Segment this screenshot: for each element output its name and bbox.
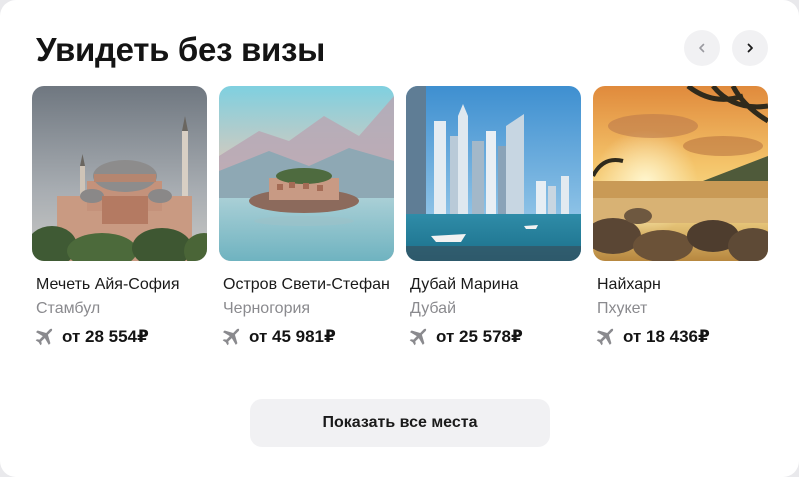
place-price: от 18 436₽ bbox=[623, 327, 710, 346]
place-card-dubai-marina[interactable]: Дубай Марина Дубай от 25 578₽ bbox=[406, 86, 581, 349]
place-name: Дубай Марина bbox=[410, 276, 519, 293]
place-price: от 28 554₽ bbox=[62, 327, 149, 346]
place-card-sveti-stefan[interactable]: Остров Свети-Стефан Черногория от 45 981… bbox=[219, 86, 394, 349]
chevron-right-icon bbox=[747, 43, 753, 53]
place-city: Стамбул bbox=[36, 300, 101, 317]
carousel-prev-button[interactable] bbox=[684, 30, 720, 66]
plane-icon bbox=[35, 328, 53, 346]
sveti-stefan-photo[interactable] bbox=[219, 86, 394, 261]
price-row: от 18 436₽ bbox=[595, 325, 768, 349]
place-name: Найхарн bbox=[597, 276, 661, 293]
carousel-next-button[interactable] bbox=[732, 30, 768, 66]
plane-icon bbox=[596, 328, 614, 346]
place-city: Черногория bbox=[223, 300, 311, 317]
place-price: от 25 578₽ bbox=[436, 327, 523, 346]
plane-icon bbox=[222, 328, 240, 346]
place-name: Мечеть Айя-София bbox=[36, 276, 180, 293]
price-row: от 25 578₽ bbox=[408, 325, 581, 349]
price-row: от 28 554₽ bbox=[34, 325, 207, 349]
place-city: Дубай bbox=[410, 300, 456, 317]
widget-title: Увидеть без визы bbox=[36, 31, 325, 68]
price-row: от 45 981₽ bbox=[221, 325, 394, 349]
places-carousel: Мечеть Айя-София Стамбул от 28 554₽ Остр… bbox=[32, 86, 768, 376]
place-city: Пхукет bbox=[597, 300, 648, 317]
no-visa-widget: Увидеть без визы Мечеть Айя-София Стамбу… bbox=[0, 0, 799, 477]
place-name: Остров Свети-Стефан bbox=[223, 276, 390, 293]
show-all-places-button[interactable]: Показать все места bbox=[250, 399, 550, 447]
dubai-marina-photo[interactable] bbox=[406, 86, 581, 261]
place-card-hagia-sophia[interactable]: Мечеть Айя-София Стамбул от 28 554₽ bbox=[32, 86, 207, 349]
place-card-nai-harn[interactable]: Найхарн Пхукет от 18 436₽ bbox=[593, 86, 768, 349]
nai-harn-beach-photo[interactable] bbox=[593, 86, 768, 261]
hagia-sophia-photo[interactable] bbox=[32, 86, 207, 261]
plane-icon bbox=[409, 328, 427, 346]
chevron-left-icon bbox=[699, 43, 705, 53]
place-price: от 45 981₽ bbox=[249, 327, 336, 346]
